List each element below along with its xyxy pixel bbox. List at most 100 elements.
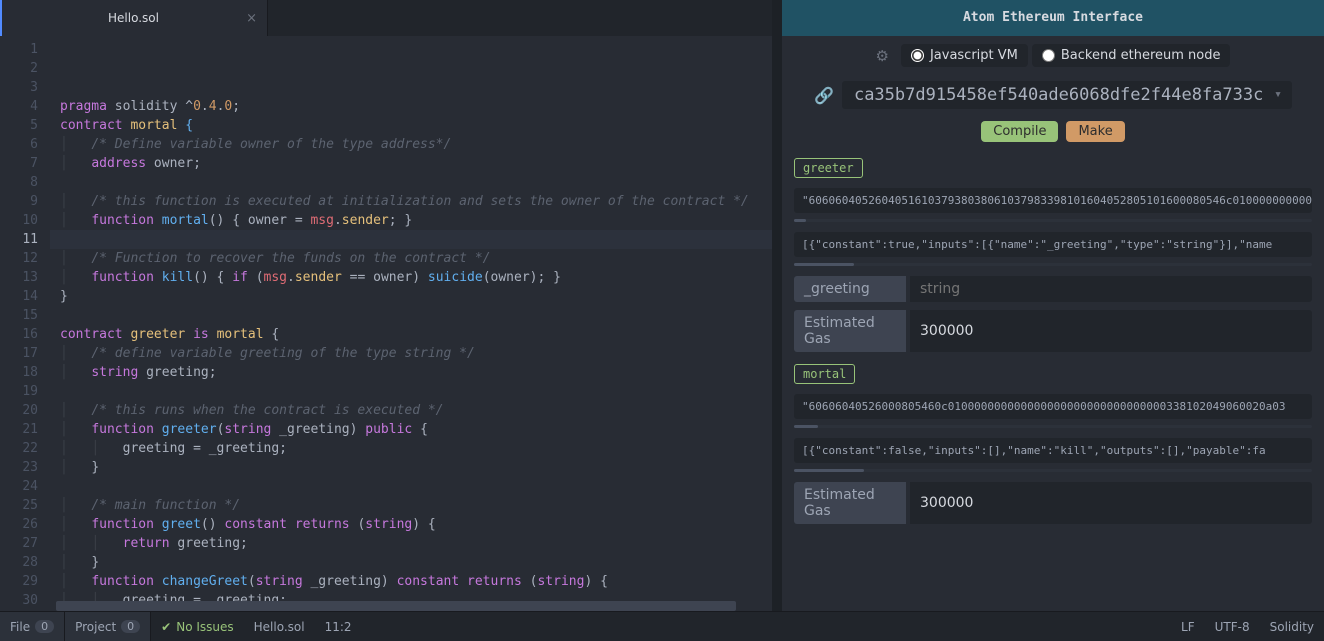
line-number: 30 — [0, 591, 38, 610]
code-line[interactable]: } — [60, 287, 772, 306]
line-number: 6 — [0, 135, 38, 154]
gutter: 1234567891011121314151617181920212223242… — [0, 36, 50, 611]
line-number: 10 — [0, 211, 38, 230]
status-file[interactable]: File0 — [0, 612, 65, 641]
abi-box[interactable]: [{"constant":false,"inputs":[],"name":"k… — [794, 438, 1312, 463]
line-number: 17 — [0, 344, 38, 363]
line-number: 3 — [0, 78, 38, 97]
mini-scrollbar[interactable] — [794, 425, 1312, 428]
line-number: 16 — [0, 325, 38, 344]
radio-backend-input[interactable] — [1042, 49, 1055, 62]
status-language[interactable]: Solidity — [1260, 612, 1324, 641]
mini-scrollbar[interactable] — [794, 219, 1312, 222]
env-selector: ⚙ Javascript VM Backend ethereum node — [782, 36, 1324, 75]
param-input[interactable] — [910, 276, 1312, 302]
link-icon: 🔗 — [814, 86, 834, 105]
line-number: 9 — [0, 192, 38, 211]
status-lf[interactable]: LF — [1171, 612, 1205, 641]
line-number: 12 — [0, 249, 38, 268]
gas-row: Estimated Gas — [794, 310, 1312, 352]
code-line[interactable]: │ │ greeting = _greeting; — [60, 439, 772, 458]
gas-input[interactable] — [910, 310, 1312, 352]
ethereum-panel: Atom Ethereum Interface ⚙ Javascript VM … — [782, 0, 1324, 611]
gas-row: Estimated Gas — [794, 482, 1312, 524]
close-icon[interactable]: × — [246, 11, 257, 26]
bytecode-box[interactable]: "60606040526000805460c010000000000000000… — [794, 394, 1312, 419]
scrollbar-thumb[interactable] — [56, 601, 736, 611]
line-number: 5 — [0, 116, 38, 135]
abi-box[interactable]: [{"constant":true,"inputs":[{"name":"_gr… — [794, 232, 1312, 257]
line-number: 18 — [0, 363, 38, 382]
line-number: 13 — [0, 268, 38, 287]
line-number: 2 — [0, 59, 38, 78]
code-line[interactable]: │ } — [60, 553, 772, 572]
address-select[interactable]: ca35b7d915458ef540ade6068dfe2f44e8fa733c — [842, 81, 1292, 109]
line-number: 21 — [0, 420, 38, 439]
gas-input[interactable] — [910, 482, 1312, 524]
bytecode-box[interactable]: "606060405260405161037938038061037983398… — [794, 188, 1312, 213]
radio-jsvm[interactable]: Javascript VM — [901, 44, 1028, 67]
status-bar: File0 Project0 ✔No Issues Hello.sol 11:2… — [0, 611, 1324, 641]
line-number: 15 — [0, 306, 38, 325]
line-number: 27 — [0, 534, 38, 553]
code-line[interactable]: contract greeter is mortal { — [60, 325, 772, 344]
compile-button[interactable]: Compile — [981, 121, 1058, 142]
code-line[interactable]: │ address owner; — [60, 154, 772, 173]
tab-filename: Hello.sol — [108, 11, 159, 25]
tab-hello-sol[interactable]: Hello.sol × — [0, 0, 268, 36]
code-line[interactable]: │ function mortal() { owner = msg.sender… — [60, 211, 772, 230]
code-line[interactable] — [60, 230, 772, 249]
status-encoding[interactable]: UTF-8 — [1205, 612, 1260, 641]
status-issues[interactable]: ✔No Issues — [151, 612, 243, 641]
radio-backend[interactable]: Backend ethereum node — [1032, 44, 1231, 67]
code-line[interactable]: │ │ return greeting; — [60, 534, 772, 553]
editor-pane: Hello.sol × 1234567891011121314151617181… — [0, 0, 772, 611]
code-line[interactable]: │ /* this runs when the contract is exec… — [60, 401, 772, 420]
code-area[interactable]: 1234567891011121314151617181920212223242… — [0, 36, 772, 611]
code-line[interactable]: │ function greeter(string _greeting) pub… — [60, 420, 772, 439]
code-line[interactable]: │ /* this function is executed at initia… — [60, 192, 772, 211]
address-row: 🔗 ca35b7d915458ef540ade6068dfe2f44e8fa73… — [782, 75, 1324, 115]
code-line[interactable]: │ /* Function to recover the funds on th… — [60, 249, 772, 268]
code-line[interactable]: │ /* main function */ — [60, 496, 772, 515]
panel-title: Atom Ethereum Interface — [782, 0, 1324, 36]
gas-label: Estimated Gas — [794, 310, 906, 352]
param-row: _greeting — [794, 276, 1312, 302]
code-line[interactable]: │ function changeGreet(string _greeting)… — [60, 572, 772, 591]
line-number: 26 — [0, 515, 38, 534]
code-line[interactable]: │ } — [60, 458, 772, 477]
contract-badge[interactable]: greeter — [794, 158, 863, 178]
status-project[interactable]: Project0 — [65, 612, 151, 641]
line-number: 22 — [0, 439, 38, 458]
code-line[interactable]: │ string greeting; — [60, 363, 772, 382]
status-filename: Hello.sol — [244, 612, 315, 641]
radio-jsvm-input[interactable] — [911, 49, 924, 62]
gear-icon[interactable]: ⚙ — [876, 47, 889, 65]
contract-badge[interactable]: mortal — [794, 364, 855, 384]
horizontal-scrollbar[interactable] — [56, 601, 756, 611]
code-body[interactable]: pragma solidity ^0.4.0;contract mortal {… — [50, 36, 772, 611]
line-number: 4 — [0, 97, 38, 116]
line-number: 20 — [0, 401, 38, 420]
code-line[interactable] — [60, 477, 772, 496]
line-number: 14 — [0, 287, 38, 306]
gas-label: Estimated Gas — [794, 482, 906, 524]
line-number: 19 — [0, 382, 38, 401]
line-number: 29 — [0, 572, 38, 591]
code-line[interactable]: │ function kill() { if (msg.sender == ow… — [60, 268, 772, 287]
code-line[interactable] — [60, 306, 772, 325]
code-line[interactable]: contract mortal { — [60, 116, 772, 135]
code-line[interactable] — [60, 382, 772, 401]
line-number: 28 — [0, 553, 38, 572]
code-line[interactable] — [60, 173, 772, 192]
mini-scrollbar[interactable] — [794, 469, 1312, 472]
check-icon: ✔ — [161, 620, 171, 634]
line-number: 7 — [0, 154, 38, 173]
line-number: 23 — [0, 458, 38, 477]
code-line[interactable]: │ function greet() constant returns (str… — [60, 515, 772, 534]
make-button[interactable]: Make — [1066, 121, 1124, 142]
code-line[interactable]: pragma solidity ^0.4.0; — [60, 97, 772, 116]
code-line[interactable]: │ /* Define variable owner of the type a… — [60, 135, 772, 154]
mini-scrollbar[interactable] — [794, 263, 1312, 266]
code-line[interactable]: │ /* define variable greeting of the typ… — [60, 344, 772, 363]
